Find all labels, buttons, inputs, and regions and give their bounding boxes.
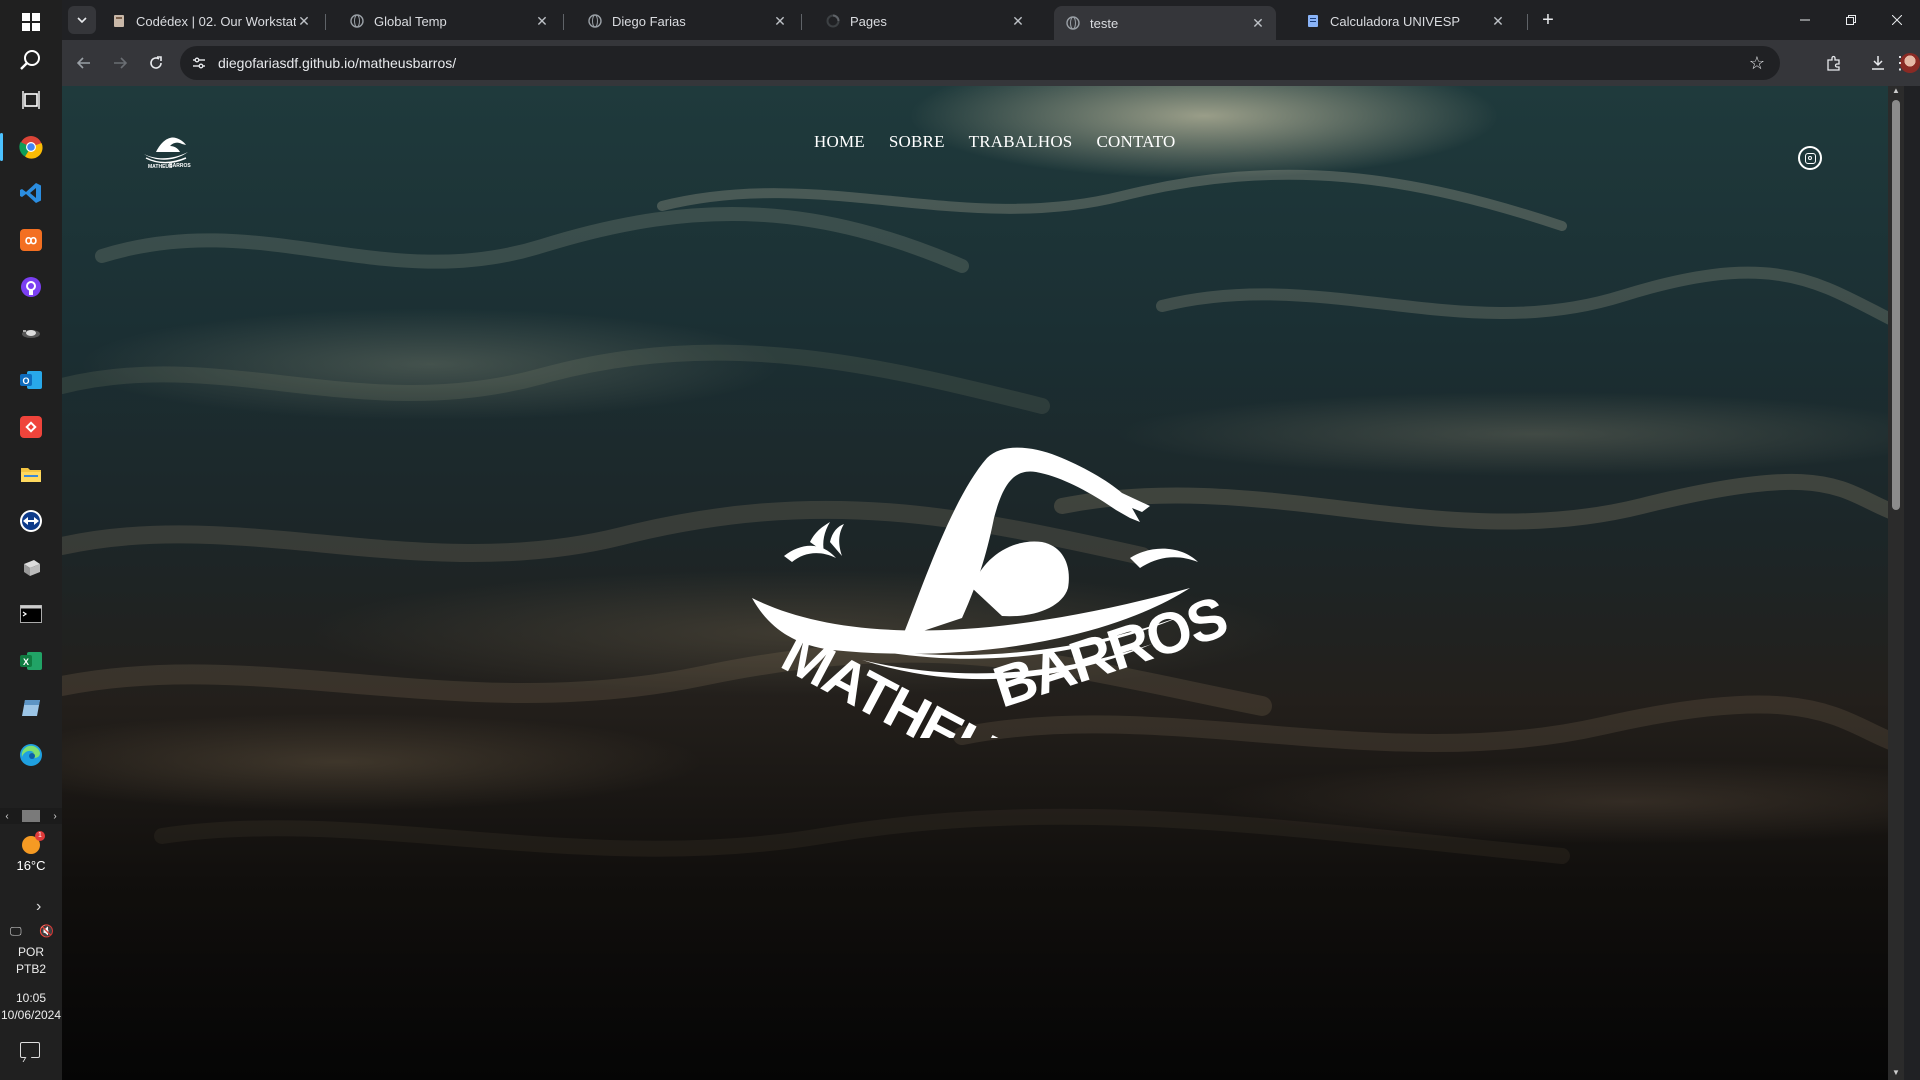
close-window-icon[interactable] (1874, 0, 1920, 40)
tab-pages[interactable]: Pages ✕ (814, 6, 1036, 36)
scroll-up-icon[interactable]: ▲ (1888, 86, 1904, 98)
svg-text:O: O (22, 376, 29, 386)
keyboard-layout: PTB2 (15, 962, 46, 976)
nav-trabalhos-link[interactable]: TRABALHOS (969, 132, 1073, 152)
tab-codedex[interactable]: Codédex | 02. Our Workstation ✕ (100, 6, 322, 36)
scroll-thumb[interactable] (22, 810, 40, 822)
close-tab-icon[interactable]: ✕ (296, 13, 312, 30)
address-bar[interactable]: diegofariasdf.github.io/matheusbarros/ ☆ (180, 46, 1780, 80)
clock[interactable]: 10:05 10/06/2024 (0, 990, 62, 1024)
globe-icon (350, 14, 364, 28)
tab-title: Calculadora UNIVESP (1330, 13, 1461, 29)
logo-small-text-2: BARROS (169, 163, 191, 169)
system-tray: 🖵 🔇 (10, 924, 54, 939)
main-nav: HOME SOBRE TRABALHOS CONTATO (814, 132, 1176, 152)
outlook-icon[interactable]: O (0, 358, 62, 402)
language-code: POR (17, 945, 44, 959)
restore-icon[interactable] (1828, 0, 1874, 40)
browser-toolbar: diegofariasdf.github.io/matheusbarros/ ☆ (62, 40, 1920, 86)
bookmark-star-icon[interactable]: ☆ (1744, 50, 1770, 76)
taskbar-scrollbar[interactable]: ‹ › (0, 808, 62, 824)
nav-sobre-link[interactable]: SOBRE (889, 132, 945, 152)
teamviewer-icon[interactable] (0, 499, 62, 543)
tab-title: Diego Farias (612, 13, 686, 29)
scrollbar-thumb[interactable] (1892, 100, 1900, 510)
tab-teste[interactable]: teste ✕ (1054, 6, 1276, 40)
vscode-icon[interactable] (0, 171, 62, 215)
instagram-icon[interactable] (1798, 146, 1822, 170)
tab-title: Codédex | 02. Our Workstation (136, 13, 296, 29)
tab-search-chevron-icon[interactable] (68, 6, 96, 34)
tab-title: Global Temp (374, 13, 447, 29)
edge-icon[interactable] (0, 733, 62, 777)
scroll-down-icon[interactable]: ▼ (1888, 1068, 1904, 1080)
extensions-puzzle-icon[interactable] (1820, 49, 1848, 77)
page-scrollbar[interactable]: ▲ ▼ (1888, 86, 1904, 1080)
chrome-menu-kebab-icon[interactable]: ⋮ (1886, 49, 1914, 77)
nav-contato-link[interactable]: CONTATO (1096, 132, 1175, 152)
anydesk-icon[interactable] (0, 405, 62, 449)
doc-icon (1306, 14, 1320, 28)
codedex-icon (112, 14, 126, 28)
tab-title: teste (1090, 15, 1119, 31)
close-tab-icon[interactable]: ✕ (1250, 15, 1266, 32)
language-indicator[interactable]: POR PTB2 (0, 944, 62, 978)
terminal-icon[interactable] (0, 592, 62, 636)
task-view-icon[interactable] (0, 78, 62, 122)
scroll-left-icon[interactable]: ‹ (0, 809, 14, 823)
tab-diego-farias[interactable]: Diego Farias ✕ (576, 6, 798, 36)
minimize-icon[interactable] (1782, 0, 1828, 40)
search-icon[interactable] (0, 38, 62, 82)
github-icon[interactable] (0, 265, 62, 309)
page-viewport: MATHEUS BARROS HOME SOBRE TRABALHOS CONT… (62, 86, 1904, 1080)
tab-title: Pages (850, 13, 887, 29)
site-logo-swimmer-icon[interactable]: MATHEUS BARROS (136, 130, 192, 170)
weather-badge: 1 (35, 831, 45, 841)
app-icon[interactable] (0, 311, 62, 355)
folder-icon[interactable] (0, 452, 62, 496)
speaker-muted-icon[interactable]: 🔇 (39, 924, 54, 939)
tab-global-temp[interactable]: Global Temp ✕ (338, 6, 560, 36)
reload-icon[interactable] (142, 49, 170, 77)
close-tab-icon[interactable]: ✕ (1010, 13, 1026, 30)
tab-calculadora-univesp[interactable]: Calculadora UNIVESP ✕ (1294, 6, 1516, 36)
clock-date: 10/06/2024 (0, 1008, 62, 1022)
close-tab-icon[interactable]: ✕ (534, 13, 550, 30)
globe-icon (1066, 16, 1080, 30)
hero-logo-swimmer: MATHEUS BARROS (752, 447, 1232, 738)
browser-window: Codédex | 02. Our Workstation ✕ Global T… (62, 0, 1920, 86)
nav-home-link[interactable]: HOME (814, 132, 865, 152)
globe-icon (588, 14, 602, 28)
new-tab-plus-icon[interactable]: + (1534, 6, 1562, 34)
svg-text:X: X (23, 657, 29, 667)
close-tab-icon[interactable]: ✕ (1490, 13, 1506, 30)
close-tab-icon[interactable]: ✕ (772, 13, 788, 30)
tab-strip: Codédex | 02. Our Workstation ✕ Global T… (62, 0, 1920, 40)
weather-sun-icon: 1 (22, 831, 45, 854)
chevron-right-icon[interactable]: › (36, 898, 41, 916)
forward-arrow-icon[interactable] (106, 49, 134, 77)
network-icon[interactable]: 🖵 (10, 924, 22, 939)
loading-icon (826, 14, 840, 28)
weather-temperature: 16°C (16, 858, 46, 873)
weather-widget[interactable]: 1 16°C (0, 831, 62, 873)
chrome-icon[interactable] (0, 125, 62, 169)
windows-taskbar: ꝏ O X ‹ › 1 16°C › 🖵 🔇 POR PTB2 10:05 10… (0, 0, 63, 1080)
printer-icon[interactable] (0, 546, 62, 590)
url-text[interactable]: diegofariasdf.github.io/matheusbarros/ (218, 55, 456, 71)
notification-icon[interactable] (20, 1042, 40, 1058)
scroll-right-icon[interactable]: › (48, 809, 62, 823)
site-info-icon[interactable] (184, 48, 214, 78)
clock-time: 10:05 (15, 991, 47, 1005)
notepad-icon[interactable] (0, 686, 62, 730)
back-arrow-icon[interactable] (70, 49, 98, 77)
excel-icon[interactable]: X (0, 639, 62, 683)
xampp-icon[interactable]: ꝏ (0, 218, 62, 262)
